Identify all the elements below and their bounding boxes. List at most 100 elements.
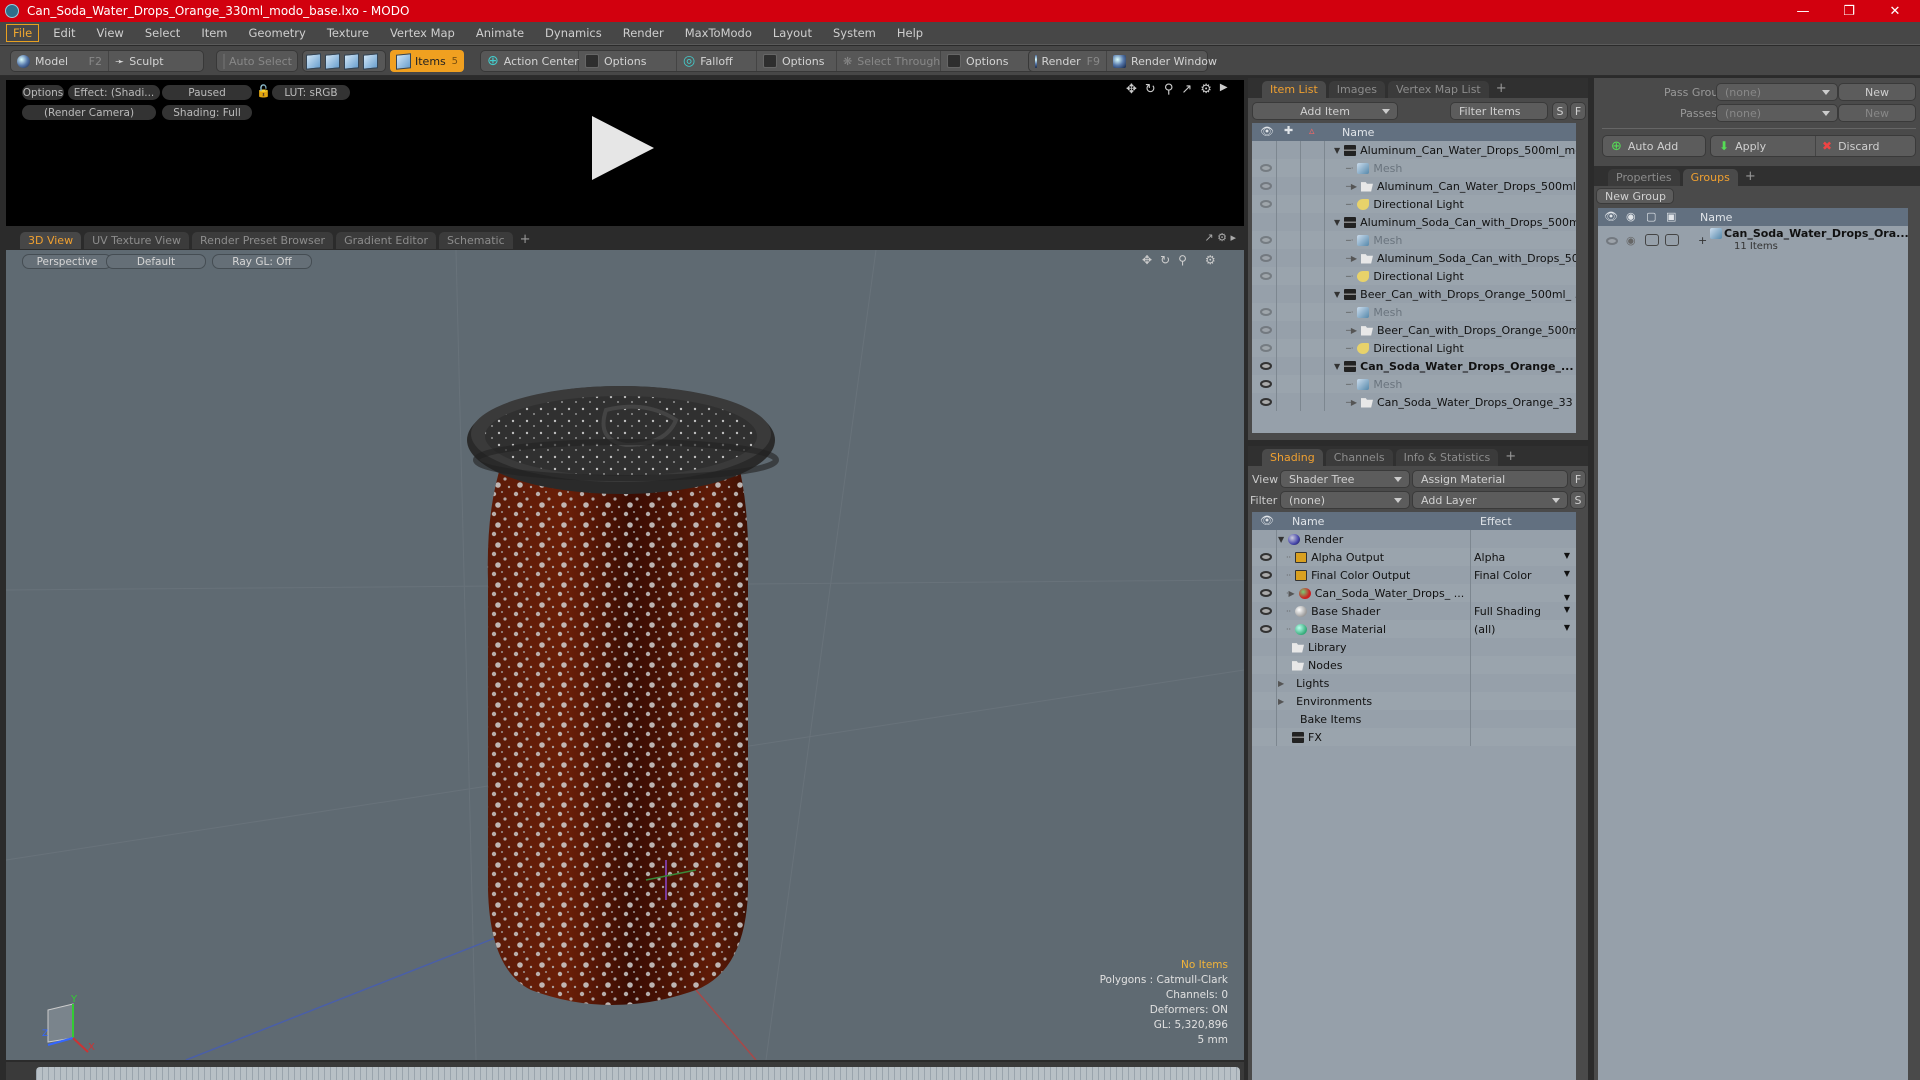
shader-name-cell[interactable]: FX — [1292, 731, 1322, 744]
item-name-cell[interactable]: ▼ Aluminum_Can_Water_Drops_500ml_mo... — [1334, 144, 1576, 157]
perspective-dropdown[interactable]: Perspective — [22, 254, 112, 269]
maximize-icon[interactable]: ↗ — [1181, 82, 1192, 97]
shading-dropdown[interactable]: Shading: Full — [162, 105, 252, 120]
item-name-cell[interactable]: ─▶ Aluminum_Soda_Can_with_Drops_50 ... — [1346, 252, 1576, 265]
falloff-options-button[interactable]: Options — [757, 51, 837, 71]
item-name-cell[interactable]: ─· Mesh — [1346, 306, 1402, 319]
eye-icon[interactable] — [1260, 182, 1272, 190]
visibility-column-icon[interactable]: 👁 — [1260, 514, 1274, 527]
dropdown-arrow-icon[interactable]: ▼ — [1564, 569, 1570, 578]
materials-mode-icon[interactable] — [363, 52, 378, 70]
menu-geometry[interactable]: Geometry — [242, 24, 313, 42]
action-center-button[interactable]: ⊕ Action Center — [481, 51, 579, 71]
shader-name-cell[interactable]: ·· Base Shader — [1286, 605, 1380, 618]
effect-dropdown[interactable]: Full Shading ▼ — [1474, 605, 1570, 618]
add-tab-icon[interactable]: + — [1505, 449, 1516, 464]
menu-maxtomodo[interactable]: MaxToModo — [678, 24, 759, 42]
item-name-cell[interactable]: ─▶Aluminum_Can_Water_Drops_500ml(2) — [1346, 180, 1576, 193]
collapse-triangle-icon[interactable]: ▼ — [1334, 146, 1340, 155]
edges-mode-icon[interactable] — [325, 52, 340, 70]
gear-icon[interactable]: ⚙ — [1205, 253, 1216, 267]
shader-tree-row[interactable]: ·▶ Can_Soda_Water_Drops_ ... ▼ — [1252, 584, 1576, 602]
item-list-row[interactable]: ─▶ Beer_Can_with_Drops_Orange_500ml... — [1252, 321, 1576, 339]
dropdown-arrow-icon[interactable]: ▼ — [1564, 605, 1570, 614]
item-list-row[interactable]: ▼ Beer_Can_with_Drops_Orange_500ml_ ... — [1252, 285, 1576, 303]
falloff-button[interactable]: ◎ Falloff — [677, 51, 757, 71]
item-list-row[interactable]: ─· Directional Light — [1252, 195, 1576, 213]
tab-uv-texture-view[interactable]: UV Texture View — [84, 232, 190, 249]
pass-groups-dropdown[interactable]: (none) — [1716, 83, 1838, 101]
shader-name-cell[interactable]: Library — [1292, 641, 1346, 654]
eye-icon[interactable] — [1260, 589, 1272, 597]
group-row[interactable]: ◉ + Can_Soda_Water_Drops_Ora... 11 Items — [1598, 226, 1908, 256]
tab-groups[interactable]: Groups — [1682, 169, 1738, 186]
arrow-right-icon[interactable]: ▶ — [1220, 82, 1228, 97]
assign-material-button[interactable]: Assign Material — [1412, 470, 1568, 488]
item-name-cell[interactable]: ─· Mesh — [1346, 162, 1402, 175]
f-button[interactable]: F — [1570, 102, 1586, 120]
timeline-ruler[interactable] — [6, 1062, 1244, 1080]
item-name-cell[interactable]: ─▶ Beer_Can_with_Drops_Orange_500ml... — [1346, 324, 1576, 337]
s-button[interactable]: S — [1552, 102, 1568, 120]
new-pass-group-button[interactable]: New — [1838, 83, 1916, 101]
add-layer-dropdown[interactable]: Add Layer — [1412, 491, 1568, 509]
item-list-row[interactable]: ─· Directional Light — [1252, 267, 1576, 285]
add-tab-icon[interactable]: + — [1496, 81, 1507, 96]
eye-icon[interactable] — [1260, 362, 1272, 370]
eye-icon[interactable] — [1260, 272, 1272, 280]
collapse-triangle-icon[interactable]: ▼ — [1334, 290, 1340, 299]
lock-column-icon[interactable]: ▢ — [1646, 210, 1656, 223]
shader-tree-row[interactable]: ·· Final Color Output Final Color ▼ — [1252, 566, 1576, 584]
close-icon[interactable]: ✕ — [1872, 0, 1918, 22]
item-list-row[interactable]: ▼ Aluminum_Soda_Can_with_Drops_500ml... — [1252, 213, 1576, 231]
filter-dropdown[interactable]: (none) — [1280, 491, 1410, 509]
shader-tree-row[interactable]: ·· Base Material (all) ▼ — [1252, 620, 1576, 638]
item-list-row[interactable]: ▼ Can_Soda_Water_Drops_Orange_... — [1252, 357, 1576, 375]
shader-tree-row[interactable]: Nodes — [1252, 656, 1576, 674]
view-dropdown[interactable]: Shader Tree — [1280, 470, 1410, 488]
item-name-cell[interactable]: ─· Mesh — [1346, 378, 1402, 391]
name-column-header[interactable]: Name — [1292, 515, 1324, 528]
tab-info-statistics[interactable]: Info & Statistics — [1395, 449, 1499, 466]
item-list-row[interactable]: ▼ Aluminum_Can_Water_Drops_500ml_mo... — [1252, 141, 1576, 159]
eye-icon[interactable] — [1260, 254, 1272, 262]
item-name-cell[interactable]: ─· Directional Light — [1346, 342, 1464, 355]
eye-icon[interactable] — [1260, 607, 1272, 615]
item-name-cell[interactable]: ─· Directional Light — [1346, 198, 1464, 211]
shader-tree-row[interactable]: ▶ Environments — [1252, 692, 1576, 710]
restore-icon[interactable]: ❐ — [1826, 0, 1872, 22]
visibility-column-icon[interactable]: 👁 — [1604, 210, 1618, 223]
item-name-cell[interactable]: ─· Mesh — [1346, 234, 1402, 247]
viewport-tab-controls[interactable]: ↗ ⚙ ▸ — [1204, 231, 1236, 244]
shader-name-cell[interactable]: Nodes — [1292, 659, 1342, 672]
f-button[interactable]: F — [1570, 470, 1586, 488]
eye-icon[interactable] — [1260, 571, 1272, 579]
eye-icon[interactable] — [1606, 237, 1618, 245]
effect-dropdown[interactable]: (all) ▼ — [1474, 623, 1570, 636]
eye-icon[interactable] — [1260, 236, 1272, 244]
zoom-icon[interactable]: ⚲ — [1164, 82, 1174, 97]
polygons-mode-icon[interactable] — [344, 52, 359, 70]
tab-gradient-editor[interactable]: Gradient Editor — [336, 232, 436, 249]
tab-vertex-map-list[interactable]: Vertex Map List — [1387, 81, 1489, 98]
item-list-row[interactable]: ─· Directional Light — [1252, 339, 1576, 357]
expand-triangle-icon[interactable]: ▶ — [1278, 679, 1284, 688]
render-column-icon[interactable]: ◉ — [1626, 210, 1636, 223]
visibility-column-icon[interactable]: 👁 — [1260, 125, 1274, 138]
shader-name-cell[interactable]: ·▶ Can_Soda_Water_Drops_ ... — [1286, 587, 1464, 600]
item-list-row[interactable]: ─· Mesh — [1252, 303, 1576, 321]
render-button[interactable]: Render F9 — [1029, 51, 1107, 71]
effect-dropdown[interactable]: Final Color ▼ — [1474, 569, 1570, 582]
item-name-cell[interactable]: ▼ Can_Soda_Water_Drops_Orange_... — [1334, 360, 1574, 373]
model-button[interactable]: Model F2 — [11, 51, 109, 71]
collapse-triangle-icon[interactable]: ▼ — [1334, 218, 1340, 227]
collapse-triangle-icon[interactable]: ▼ — [1278, 535, 1284, 544]
add-tab-icon[interactable]: + — [520, 232, 531, 247]
shader-name-cell[interactable]: ·· Base Material — [1286, 623, 1386, 636]
tab-schematic[interactable]: Schematic — [439, 232, 513, 249]
new-group-button[interactable]: New Group — [1596, 188, 1674, 204]
item-list-row[interactable]: ─· Mesh — [1252, 159, 1576, 177]
menu-view[interactable]: View — [90, 24, 131, 42]
preview-options-button[interactable]: Options — [22, 85, 64, 100]
menu-layout[interactable]: Layout — [766, 24, 819, 42]
